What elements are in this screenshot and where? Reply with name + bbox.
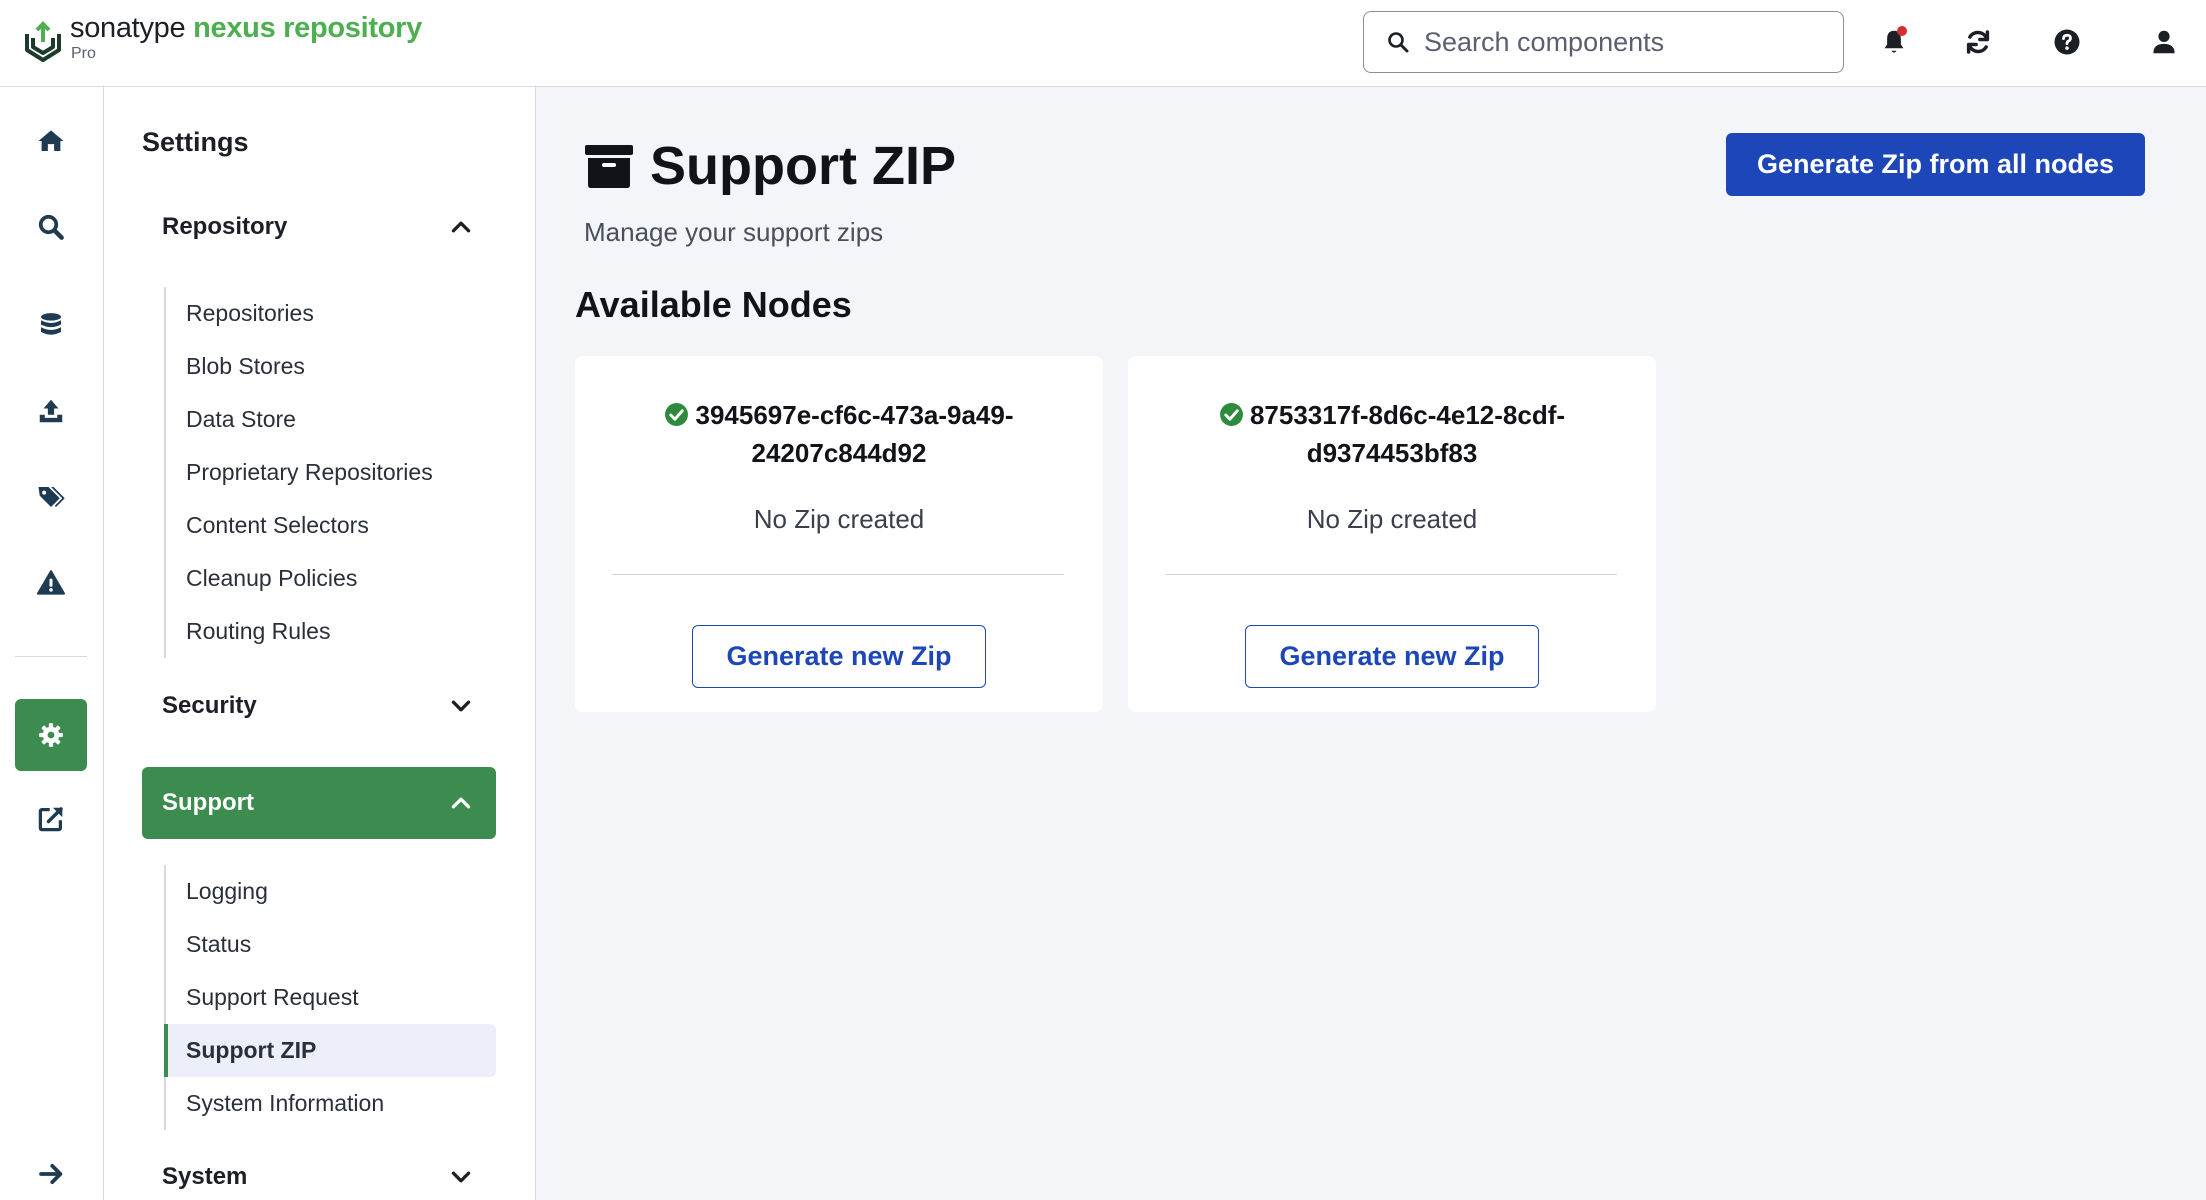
- nav-tags[interactable]: [15, 461, 87, 533]
- search-bar[interactable]: [1363, 11, 1844, 73]
- gear-icon: [39, 723, 63, 747]
- main-content: Support ZIP Manage your support zips Gen…: [536, 87, 2206, 1200]
- user-menu-button[interactable]: [2142, 20, 2186, 64]
- generate-new-zip-button[interactable]: Generate new Zip: [1245, 625, 1539, 688]
- node-id-line1: 8753317f-8d6c-4e12-8cdf-: [1249, 400, 1566, 430]
- settings-sidebar: Settings Repository Repositories Blob St…: [104, 87, 536, 1200]
- warning-icon: [36, 570, 66, 595]
- node-id: 3945697e-cf6c-473a-9a49- 24207c844d92: [635, 396, 1043, 472]
- sidebar-item-repositories[interactable]: Repositories: [166, 287, 496, 340]
- refresh-icon: [1966, 30, 1990, 54]
- sonatype-logo-icon: [25, 21, 61, 62]
- nav-alerts[interactable]: [15, 547, 87, 619]
- node-card: 3945697e-cf6c-473a-9a49- 24207c844d92 No…: [575, 356, 1103, 712]
- sidebar-group-security[interactable]: Security: [142, 670, 496, 742]
- notifications-button[interactable]: [1872, 20, 1916, 64]
- generate-zip-all-nodes-button[interactable]: Generate Zip from all nodes: [1726, 133, 2145, 196]
- node-card: 8753317f-8d6c-4e12-8cdf- d9374453bf83 No…: [1128, 356, 1656, 712]
- node-id-line1: 3945697e-cf6c-473a-9a49-: [695, 400, 1014, 430]
- sidebar-item-proprietary-repositories[interactable]: Proprietary Repositories: [166, 446, 496, 499]
- refresh-button[interactable]: [1956, 20, 2000, 64]
- sidebar-item-system-information[interactable]: System Information: [166, 1077, 496, 1130]
- edition-label: Pro: [71, 45, 96, 62]
- chevron-up-icon: [451, 797, 471, 809]
- page-title: Support ZIP: [650, 136, 956, 196]
- page-header: Support ZIP: [584, 135, 956, 197]
- sidebar-group-repository[interactable]: Repository: [142, 191, 496, 263]
- brand-name: sonatype: [70, 12, 186, 44]
- sidebar-item-routing-rules[interactable]: Routing Rules: [166, 605, 496, 658]
- home-icon: [38, 130, 64, 151]
- sidebar-item-blob-stores[interactable]: Blob Stores: [166, 340, 496, 393]
- generate-new-zip-button[interactable]: Generate new Zip: [692, 625, 986, 688]
- user-icon: [2153, 30, 2175, 54]
- nav-upload[interactable]: [15, 375, 87, 447]
- sidebar-group-label: Support: [162, 789, 254, 816]
- sidebar-item-support-request[interactable]: Support Request: [166, 971, 496, 1024]
- sidebar-item-support-zip[interactable]: Support ZIP: [164, 1024, 496, 1077]
- database-icon: [41, 313, 61, 335]
- tags-icon: [38, 487, 65, 507]
- nav-search[interactable]: [15, 191, 87, 263]
- product-name: nexus repository: [193, 12, 422, 44]
- search-input[interactable]: [1424, 26, 1824, 58]
- search-icon: [1388, 32, 1409, 53]
- node-id: 8753317f-8d6c-4e12-8cdf- d9374453bf83: [1188, 396, 1596, 472]
- help-icon: [2054, 29, 2080, 55]
- support-submenu: Logging Status Support Request Support Z…: [164, 865, 496, 1130]
- sidebar-group-support[interactable]: Support: [142, 767, 496, 839]
- sidebar-title: Settings: [142, 127, 249, 157]
- main-nav-rail: [0, 87, 104, 1200]
- rail-divider: [15, 656, 87, 657]
- check-circle-icon: [1219, 403, 1243, 426]
- sidebar-item-logging[interactable]: Logging: [166, 865, 496, 918]
- notification-badge: [1897, 26, 1907, 36]
- chevron-down-icon: [451, 700, 471, 712]
- external-link-icon: [38, 807, 63, 832]
- search-icon: [38, 214, 64, 240]
- sidebar-item-status[interactable]: Status: [166, 918, 496, 971]
- node-zip-status: No Zip created: [753, 504, 925, 534]
- card-divider: [612, 574, 1064, 575]
- nav-home[interactable]: [15, 105, 87, 177]
- node-id-line2: d9374453bf83: [1306, 438, 1478, 468]
- arrow-right-icon: [39, 1164, 63, 1184]
- node-zip-status: No Zip created: [1306, 504, 1478, 534]
- chevron-up-icon: [451, 221, 471, 233]
- repository-submenu: Repositories Blob Stores Data Store Prop…: [164, 287, 496, 658]
- top-header: sonatype nexus repository Pro: [0, 0, 2206, 87]
- sidebar-item-data-store[interactable]: Data Store: [166, 393, 496, 446]
- sidebar-item-cleanup-policies[interactable]: Cleanup Policies: [166, 552, 496, 605]
- nav-external[interactable]: [15, 783, 87, 855]
- sidebar-item-content-selectors[interactable]: Content Selectors: [166, 499, 496, 552]
- sidebar-group-system[interactable]: System: [142, 1141, 496, 1200]
- page-subtitle: Manage your support zips: [584, 217, 884, 247]
- card-divider: [1165, 574, 1617, 575]
- archive-box-icon: [585, 145, 633, 188]
- available-nodes-heading: Available Nodes: [575, 284, 852, 325]
- node-id-line2: 24207c844d92: [751, 438, 927, 468]
- nav-collapse[interactable]: [15, 1138, 87, 1200]
- chevron-down-icon: [451, 1171, 471, 1183]
- sidebar-group-label: System: [162, 1163, 248, 1190]
- upload-icon: [39, 399, 63, 423]
- sidebar-group-label: Repository: [162, 213, 288, 240]
- nav-browse[interactable]: [15, 289, 87, 361]
- sidebar-group-label: Security: [162, 692, 257, 719]
- check-circle-icon: [665, 403, 689, 426]
- help-button[interactable]: [2045, 20, 2089, 64]
- nav-settings[interactable]: [15, 699, 87, 771]
